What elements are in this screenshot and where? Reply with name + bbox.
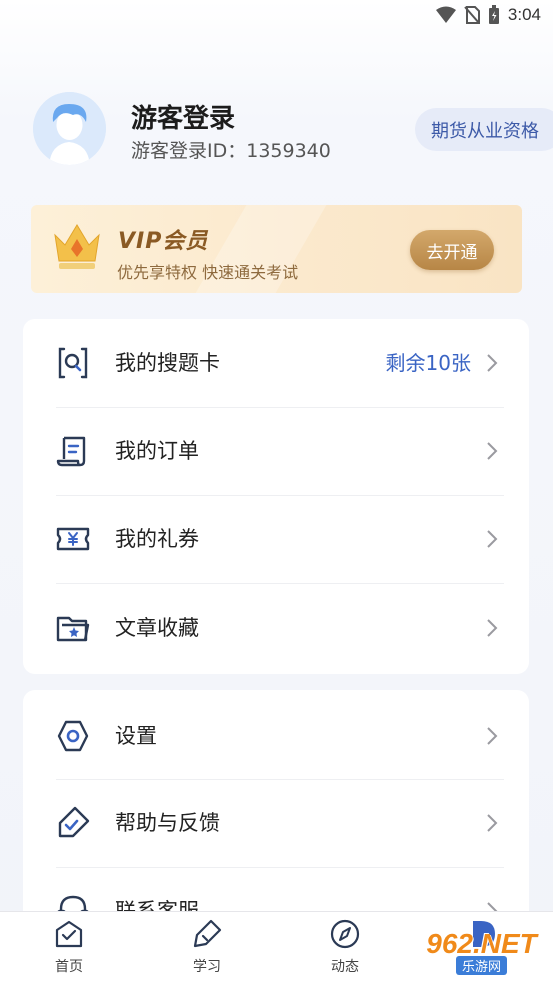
- vip-title: VIP会员: [118, 229, 209, 254]
- chevron-right-icon: [487, 619, 498, 637]
- nav-label: 首页: [55, 959, 83, 975]
- menu-label: 帮助与反馈: [115, 811, 220, 835]
- nav-label: 学习: [193, 959, 221, 975]
- chevron-right-icon: [487, 354, 498, 372]
- chevron-right-icon: [487, 530, 498, 548]
- study-icon: [193, 919, 222, 948]
- qualification-selector-button[interactable]: 期货从业资格: [415, 108, 553, 151]
- favorite-folder-icon: [56, 616, 90, 642]
- order-icon: [56, 436, 86, 467]
- chevron-right-icon: [487, 727, 498, 745]
- menu-label: 设置: [115, 724, 157, 748]
- profile-id: 游客登录ID：1359340: [131, 140, 331, 162]
- battery-icon: [488, 5, 499, 24]
- chevron-right-icon: [487, 442, 498, 460]
- nav-moments[interactable]: 动态: [305, 918, 385, 980]
- nav-label: 动态: [331, 959, 359, 975]
- menu-item-help-feedback[interactable]: 帮助与反馈: [23, 779, 529, 867]
- menu-label: 文章收藏: [115, 616, 199, 640]
- status-time: 3:04: [507, 5, 541, 24]
- coupon-icon: [56, 527, 90, 551]
- crown-icon: [54, 224, 100, 269]
- menu-item-coupons[interactable]: 我的礼券: [23, 495, 529, 583]
- chevron-right-icon: [487, 814, 498, 832]
- vip-activate-button[interactable]: 去开通: [410, 230, 494, 270]
- avatar[interactable]: [33, 92, 106, 165]
- profile-name[interactable]: 游客登录: [131, 98, 235, 135]
- wifi-icon: [435, 6, 456, 23]
- menu-label: 我的搜题卡: [115, 351, 220, 375]
- menu-label: 我的订单: [115, 439, 199, 463]
- nav-study[interactable]: 学习: [167, 918, 247, 980]
- search-card-remaining: 剩余10张: [385, 351, 471, 375]
- vip-subtitle: 优先享特权 快速通关考试: [117, 263, 299, 282]
- home-icon: [55, 920, 83, 948]
- menu-label: 我的礼券: [115, 527, 199, 551]
- nav-home[interactable]: 首页: [29, 918, 109, 980]
- settings-icon: [57, 720, 89, 752]
- help-feedback-icon: [58, 806, 90, 838]
- vip-banner[interactable]: VIP会员 优先享特权 快速通关考试 去开通: [31, 205, 522, 293]
- menu-item-search-card[interactable]: 我的搜题卡 剩余10张: [23, 319, 529, 407]
- menu-item-settings[interactable]: 设置: [23, 692, 529, 780]
- compass-icon: [330, 919, 360, 949]
- avatar-person-icon: [33, 92, 106, 165]
- menu-item-orders[interactable]: 我的订单: [23, 407, 529, 495]
- status-bar: 3:04: [0, 0, 553, 34]
- no-sim-icon: [464, 6, 480, 24]
- search-card-icon: [58, 347, 88, 379]
- menu-item-favorites[interactable]: 文章收藏: [23, 584, 529, 672]
- menu-card-account: 我的搜题卡 剩余10张 我的订单 我的礼券 文章收藏: [23, 319, 529, 674]
- site-watermark-logo: 962.NET 乐游网: [426, 927, 537, 975]
